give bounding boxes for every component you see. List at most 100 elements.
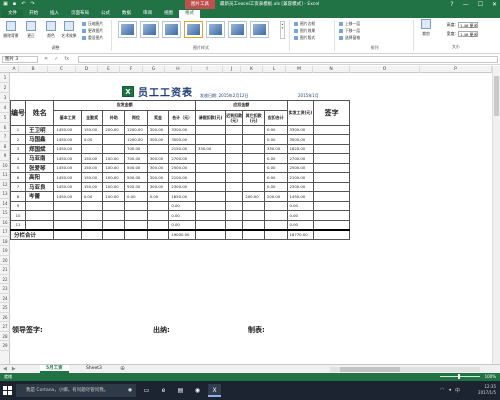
salary-cell[interactable] xyxy=(194,219,226,230)
row-header[interactable]: 14 xyxy=(0,199,10,208)
salary-cell[interactable]: 300.00 xyxy=(146,162,170,173)
excel-taskbar-icon[interactable]: X xyxy=(208,384,221,397)
zoom-slider[interactable] xyxy=(440,374,480,379)
total-sum[interactable]: 19000.00 xyxy=(168,228,196,240)
signature-cell[interactable] xyxy=(313,200,350,211)
tab-formulas[interactable]: 公式 xyxy=(95,10,116,18)
row-header[interactable]: 24 xyxy=(0,294,10,303)
zoom-level[interactable]: 100% xyxy=(485,373,496,381)
salary-cell[interactable]: 500.00 xyxy=(124,162,148,173)
total-actual-pay[interactable]: 18770.00 xyxy=(286,228,315,240)
salary-cell[interactable] xyxy=(224,200,244,211)
row-header[interactable]: 13 xyxy=(0,189,10,199)
column-header[interactable]: J xyxy=(223,66,241,73)
employee-no[interactable]: 11 xyxy=(10,219,26,230)
signature-cell[interactable] xyxy=(313,162,350,173)
row-header[interactable]: 9 xyxy=(0,151,10,161)
name-box[interactable]: 图片 3 xyxy=(2,56,38,63)
remove-background-button[interactable]: 删除背景 xyxy=(2,21,20,39)
salary-cell[interactable]: 150.00 xyxy=(80,162,104,173)
row-header[interactable]: 15 xyxy=(0,208,10,218)
salary-cell[interactable] xyxy=(194,134,226,145)
salary-cell[interactable] xyxy=(224,153,244,164)
row-header[interactable]: 2 xyxy=(0,83,10,93)
tab-data[interactable]: 数据 xyxy=(116,10,137,18)
salary-cell[interactable] xyxy=(224,172,244,183)
column-header[interactable]: D xyxy=(76,66,98,73)
salary-cell[interactable]: 1820.00 xyxy=(286,143,315,154)
tab-home[interactable]: 开始 xyxy=(23,10,44,18)
salary-cell[interactable]: 1650.00 xyxy=(168,191,196,202)
salary-cell[interactable]: 100.00 xyxy=(102,172,126,183)
total-empty-cell[interactable] xyxy=(53,228,82,240)
header-no[interactable]: 编号 xyxy=(10,100,26,126)
employee-no[interactable]: 9 xyxy=(10,200,26,211)
column-header[interactable]: O xyxy=(350,66,420,73)
salary-cell[interactable]: 1200.00 xyxy=(124,124,148,135)
row-header[interactable]: 12 xyxy=(0,180,10,189)
color-button[interactable]: 颜色 xyxy=(42,21,60,39)
salary-cell[interactable]: 1450.00 xyxy=(53,181,82,192)
header-deduct-group[interactable]: 应扣金额 xyxy=(194,100,288,111)
row-header[interactable]: 11 xyxy=(0,170,10,180)
compress-pictures-button[interactable]: 压缩图片 xyxy=(82,21,103,27)
salary-cell[interactable] xyxy=(242,124,265,135)
signature-cell[interactable] xyxy=(313,134,350,145)
salary-cell[interactable]: 0.00 xyxy=(263,153,288,164)
total-empty-cell[interactable] xyxy=(263,228,288,240)
column-header[interactable]: C xyxy=(48,66,76,73)
salary-cell[interactable]: 700.00 xyxy=(124,153,148,164)
help-button[interactable]: ? xyxy=(450,0,453,9)
salary-cell[interactable]: 2500.00 xyxy=(168,162,196,173)
salary-cell[interactable] xyxy=(242,134,265,145)
total-label[interactable]: 分栏合计 xyxy=(9,228,55,240)
salary-cell[interactable] xyxy=(194,210,226,221)
salary-cell[interactable]: 1450.00 xyxy=(286,191,315,202)
employee-name[interactable] xyxy=(24,200,55,211)
row-header[interactable]: 23 xyxy=(0,284,10,294)
height-input[interactable]: 1.48 厘米 xyxy=(458,22,478,28)
signature-cell[interactable] xyxy=(313,143,350,154)
salary-cell[interactable]: 2100.00 xyxy=(168,172,196,183)
salary-cell[interactable] xyxy=(242,162,265,173)
salary-cell[interactable] xyxy=(80,200,104,211)
salary-cell[interactable] xyxy=(53,210,82,221)
picture-style-2[interactable] xyxy=(140,21,159,38)
salary-cell[interactable]: 2300.00 xyxy=(168,181,196,192)
row-header[interactable]: 6 xyxy=(0,123,10,132)
signature-cell[interactable] xyxy=(313,181,350,192)
corrections-button[interactable]: 更正 xyxy=(22,21,40,39)
salary-cell[interactable] xyxy=(102,219,126,230)
column-header[interactable]: B xyxy=(19,66,48,73)
total-empty-cell[interactable] xyxy=(313,228,350,240)
column-title[interactable]: 迟到扣款(元) xyxy=(224,109,244,126)
salary-cell[interactable]: 2100.00 xyxy=(286,172,315,183)
picture-layout-button[interactable]: 图片版式 xyxy=(294,35,315,41)
salary-cell[interactable] xyxy=(102,134,126,145)
column-title[interactable]: 岗位 xyxy=(124,109,148,126)
salary-cell[interactable] xyxy=(194,124,226,135)
salary-cell[interactable]: 1450.00 xyxy=(53,191,82,202)
column-header[interactable]: A xyxy=(10,66,19,73)
row-header[interactable]: 3 xyxy=(0,93,10,103)
salary-cell[interactable] xyxy=(194,172,226,183)
column-header[interactable]: P xyxy=(420,66,492,73)
salary-cell[interactable]: 0.00 xyxy=(168,200,196,211)
employee-no[interactable]: 2 xyxy=(10,134,26,145)
header-name[interactable]: 姓名 xyxy=(24,100,55,126)
employee-no[interactable]: 5 xyxy=(10,162,26,173)
salary-cell[interactable]: 330.00 xyxy=(194,143,226,154)
salary-cell[interactable]: 100.00 xyxy=(102,162,126,173)
styles-more-button[interactable]: ▴ ▾ xyxy=(280,21,285,39)
salary-cell[interactable] xyxy=(224,143,244,154)
salary-cell[interactable]: 3300.00 xyxy=(286,124,315,135)
row-header[interactable]: 1 xyxy=(0,73,10,83)
salary-cell[interactable]: 2500.00 xyxy=(286,162,315,173)
total-empty-cell[interactable] xyxy=(124,228,148,240)
employee-no[interactable]: 4 xyxy=(10,153,26,164)
salary-cell[interactable] xyxy=(80,219,104,230)
salary-cell[interactable] xyxy=(242,143,265,154)
column-header[interactable]: H xyxy=(165,66,192,73)
column-header[interactable]: G xyxy=(143,66,165,73)
salary-cell[interactable]: 2700.00 xyxy=(286,153,315,164)
